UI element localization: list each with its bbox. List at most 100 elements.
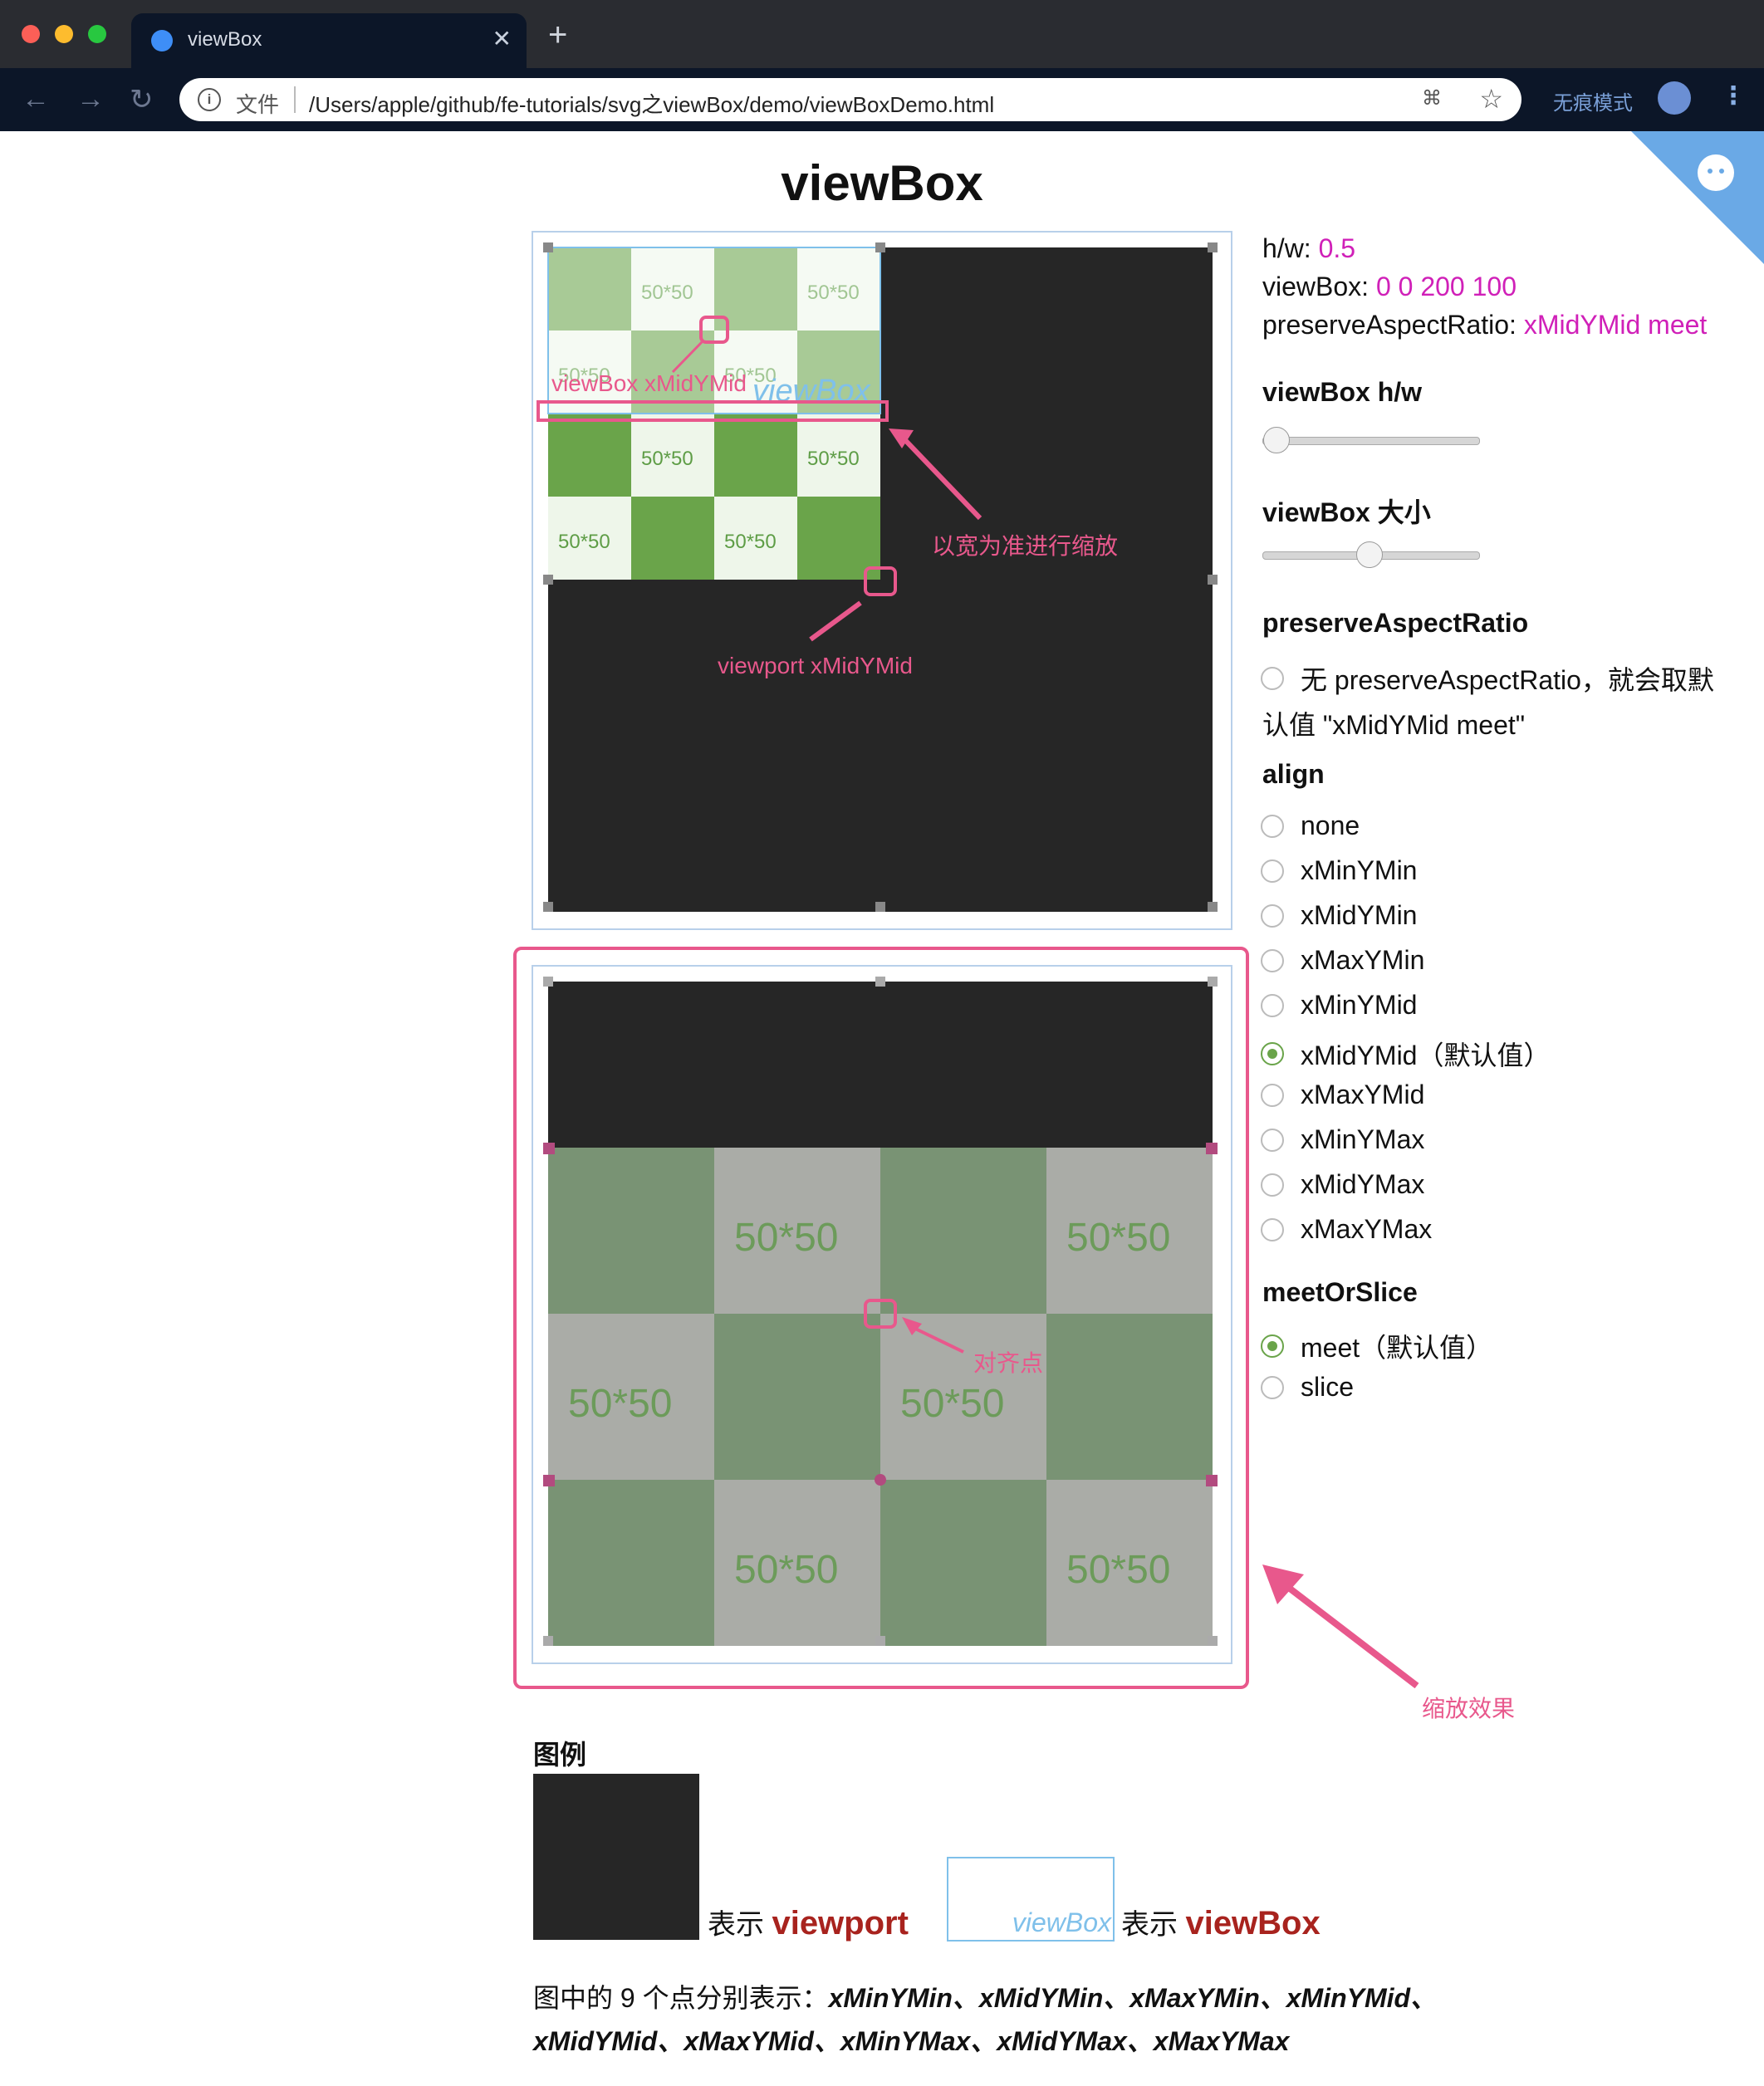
desc-prefix: 图中的 9 个点分别表示：: [533, 1983, 829, 2013]
radio-circle[interactable]: [1261, 859, 1284, 883]
legend-vp-word: viewport: [772, 1905, 909, 1942]
align-option[interactable]: xMinYMin: [1261, 855, 1417, 886]
legend-description: 图中的 9 个点分别表示：xMinYMin、xMidYMin、xMaxYMin、…: [533, 1976, 1488, 2063]
hw-label: h/w:: [1262, 233, 1311, 263]
radio-circle[interactable]: [1261, 1083, 1284, 1107]
align-option-label: none: [1301, 810, 1360, 840]
legend-viewbox-text: 表示 viewBox: [1121, 1902, 1321, 1942]
address-file-label: 文件: [236, 92, 280, 117]
minimize-window-button[interactable]: [55, 25, 73, 43]
point-xmidymin: [875, 242, 885, 252]
legend-viewbox-swatch: viewBox: [947, 1857, 1115, 1942]
tab-viewbox[interactable]: viewBox ✕: [131, 13, 527, 68]
url-text[interactable]: /Users/apple/github/fe-tutorials/svg之vie…: [309, 88, 994, 119]
legend-vb-prefix: 表示: [1121, 1909, 1178, 1941]
slider-hw[interactable]: [1262, 427, 1480, 453]
ann-viewbox-xmidymid: viewBox xMidYMid: [551, 370, 747, 396]
demo1-cell-label: 50*50: [807, 448, 860, 470]
ann-align-point: 对齐点: [973, 1350, 1044, 1376]
align-option[interactable]: xMidYMax: [1261, 1169, 1424, 1200]
demo1-cell: [714, 414, 797, 497]
reload-icon[interactable]: ↻: [130, 83, 154, 116]
tab-title: viewBox: [188, 28, 262, 51]
align-option-label: xMinYMid: [1301, 990, 1418, 1020]
slider-hw-knob[interactable]: [1263, 427, 1290, 453]
radio-no-par-label: 无 preserveAspectRatio，就会取默: [1301, 665, 1714, 695]
close-tab-icon[interactable]: ✕: [492, 25, 512, 52]
align-option[interactable]: xMaxYMin: [1261, 945, 1424, 976]
browser-menu-icon[interactable]: ⋮: [1721, 81, 1746, 110]
meet-heading: meetOrSlice: [1262, 1277, 1418, 1307]
info-icon[interactable]: i: [198, 88, 221, 111]
align-option[interactable]: xMidYMid（默认值）: [1261, 1035, 1550, 1073]
legend-vp-prefix: 表示: [708, 1909, 764, 1941]
align-heading: align: [1262, 759, 1325, 789]
ann-scale-by-width: 以宽为准进行缩放: [932, 533, 1119, 559]
demo1-svg: 50*5050*5050*5050*5050*5050*5050*5050*50…: [537, 242, 1218, 912]
slider-size[interactable]: [1262, 541, 1480, 568]
point-xmaxymax: [1208, 902, 1218, 912]
viewbox-label: viewBox:: [1262, 272, 1370, 301]
globe-icon: [151, 30, 173, 51]
radio-circle[interactable]: [1261, 1375, 1284, 1399]
radio-circle[interactable]: [1261, 814, 1284, 838]
radio-circle[interactable]: [1261, 903, 1284, 928]
align-option[interactable]: xMinYMax: [1261, 1124, 1424, 1155]
legend-vb-word: viewBox: [1185, 1905, 1321, 1942]
point2-xminymax: [543, 1475, 555, 1486]
point-xmaxymid: [1208, 575, 1218, 585]
page-title: viewBox: [781, 155, 983, 211]
slider-size-knob[interactable]: [1356, 541, 1383, 568]
par-heading: preserveAspectRatio: [1262, 608, 1529, 638]
back-icon[interactable]: ←: [22, 83, 50, 115]
radio-no-par-label-2: 认值 "xMidYMid meet": [1262, 710, 1526, 740]
close-window-button[interactable]: [22, 25, 40, 43]
new-tab-button[interactable]: +: [548, 17, 567, 54]
point2-xmidymax: [875, 1474, 886, 1486]
align-option[interactable]: xMaxYMax: [1261, 1214, 1432, 1245]
demo1-cell-label: 50*50: [558, 531, 610, 553]
slider-hw-heading: viewBox h/w: [1262, 377, 1423, 407]
radio-circle[interactable]: [1261, 1217, 1284, 1241]
align-option-label: xMidYMax: [1301, 1169, 1425, 1199]
radio-circle[interactable]: [1261, 993, 1284, 1017]
meet-option-label: meet（默认值）: [1301, 1333, 1493, 1363]
translate-icon[interactable]: ⌘: [1422, 86, 1442, 110]
radio-circle[interactable]: [1261, 1042, 1284, 1065]
address-separator: [294, 86, 296, 113]
legend-viewport-text: 表示 viewport: [708, 1902, 909, 1942]
legend-viewport-swatch: [533, 1774, 699, 1940]
incognito-icon[interactable]: [1658, 81, 1691, 115]
point-xminymin: [543, 242, 553, 252]
radio-circle[interactable]: [1261, 1173, 1284, 1197]
tab-strip: viewBox ✕ +: [0, 0, 1764, 68]
align-option[interactable]: xMaxYMid: [1261, 1080, 1424, 1110]
zoom-window-button[interactable]: [88, 25, 106, 43]
legend-vb-tag: viewBox: [1012, 1907, 1111, 1937]
align-option[interactable]: none: [1261, 810, 1360, 841]
align-option[interactable]: xMinYMid: [1261, 990, 1417, 1021]
meet-option[interactable]: meet（默认值）: [1261, 1327, 1492, 1365]
point-xminymax: [543, 902, 553, 912]
viewbox-value: 0 0 200 100: [1375, 272, 1517, 301]
radio-circle[interactable]: [1261, 667, 1284, 690]
align-option-label: xMinYMin: [1301, 855, 1418, 885]
point2-xminymin: [543, 1143, 555, 1154]
align-option[interactable]: xMidYMin: [1261, 900, 1417, 931]
address-bar[interactable]: i 文件 /Users/apple/github/fe-tutorials/sv…: [179, 78, 1521, 121]
radio-no-par[interactable]: 无 preserveAspectRatio，就会取默: [1261, 659, 1714, 698]
legend-title: 图例: [533, 1740, 587, 1770]
demo2-svg: 50*5050*5050*5050*5050*5050*50: [543, 977, 1218, 1646]
point-xminymid: [543, 575, 553, 585]
incognito-label: 无痕模式: [1553, 92, 1633, 115]
par-value: xMidYMid meet: [1523, 310, 1708, 340]
radio-circle[interactable]: [1261, 1334, 1284, 1358]
bookmark-star-icon[interactable]: ☆: [1479, 83, 1503, 115]
demo1-cell-label: 50*50: [641, 448, 693, 470]
radio-circle[interactable]: [1261, 1128, 1284, 1152]
align-option-label: xMinYMax: [1301, 1124, 1425, 1154]
point2-xmaxymin: [1206, 1143, 1218, 1154]
forward-icon[interactable]: →: [76, 83, 105, 115]
radio-circle[interactable]: [1261, 948, 1284, 972]
meet-option[interactable]: slice: [1261, 1372, 1354, 1403]
